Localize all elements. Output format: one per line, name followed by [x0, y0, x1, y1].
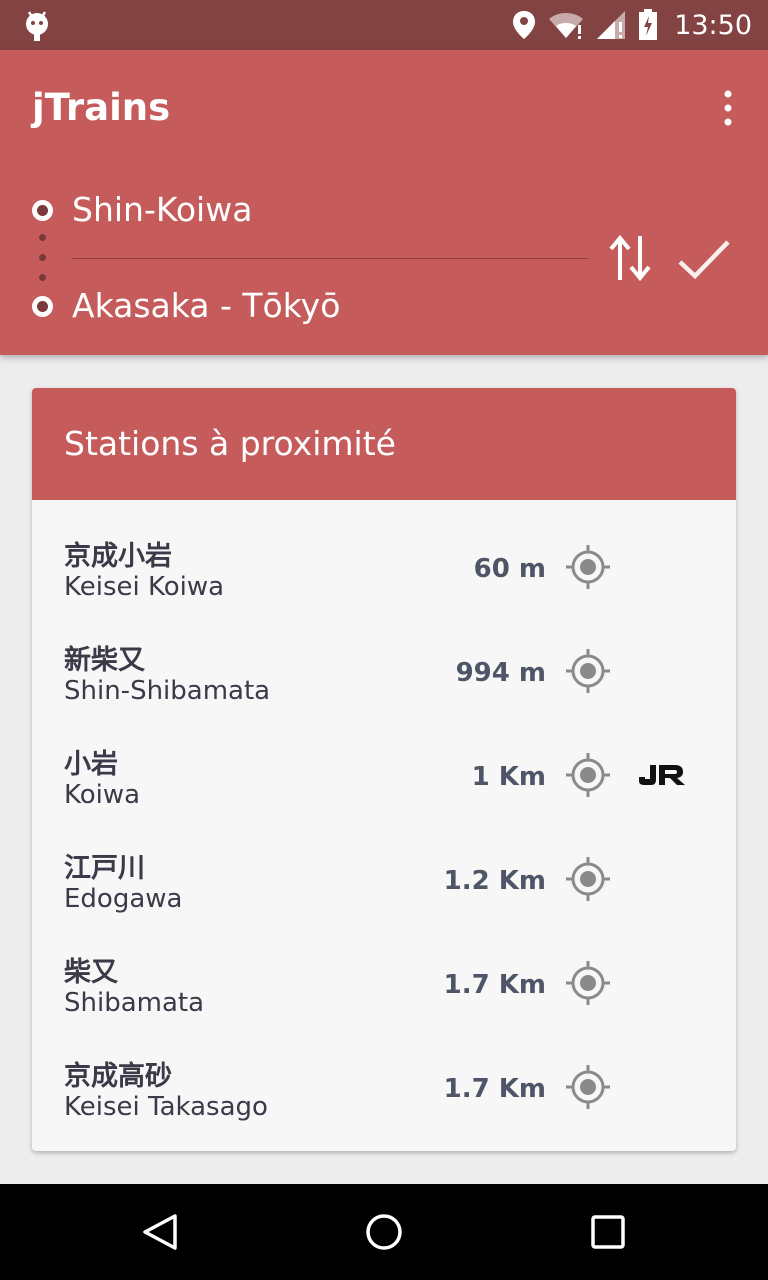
- station-distance: 1.7 Km: [443, 1074, 546, 1104]
- status-icons: 13:50: [512, 0, 752, 50]
- destination-dot-icon: [32, 296, 53, 317]
- home-icon[interactable]: [364, 1212, 404, 1252]
- station-name-romaji: Koiwa: [64, 780, 141, 810]
- nearby-stations-card: Stations à proximité 京成小岩 Keisei Koiwa 6…: [32, 388, 736, 1151]
- station-row[interactable]: 小岩 Koiwa 1 Km: [32, 742, 736, 846]
- station-row[interactable]: 江戸川 Edogawa 1.2 Km: [32, 846, 736, 950]
- station-name-jp: 江戸川: [64, 853, 145, 884]
- recents-icon[interactable]: [590, 1214, 626, 1250]
- my-location-icon[interactable]: [564, 543, 612, 591]
- station-name-jp: 新柴又: [64, 645, 145, 676]
- status-bar: 13:50: [0, 0, 768, 50]
- jr-logo: [639, 765, 685, 785]
- station-name-jp: 京成小岩: [64, 541, 172, 572]
- battery-icon: [639, 9, 658, 40]
- route-dot: [39, 254, 46, 261]
- station-name-romaji: Keisei Koiwa: [64, 572, 225, 602]
- station-distance: 1 Km: [471, 762, 546, 792]
- station-name-jp: 柴又: [64, 957, 118, 988]
- swap-icon[interactable]: [606, 232, 654, 284]
- station-row[interactable]: 京成高砂 Keisei Takasago 1.7 Km: [32, 1054, 736, 1151]
- station-distance: 60 m: [473, 554, 546, 584]
- route-dot: [39, 234, 46, 241]
- station-name-romaji: Edogawa: [64, 884, 183, 914]
- station-distance: 994 m: [455, 658, 546, 688]
- my-location-icon[interactable]: [564, 959, 612, 1007]
- app-title: jTrains: [32, 86, 171, 129]
- station-row[interactable]: 柴又 Shibamata 1.7 Km: [32, 950, 736, 1054]
- signal-icon: [597, 11, 626, 39]
- station-row[interactable]: 京成小岩 Keisei Koiwa 60 m: [32, 534, 736, 638]
- app-bar: jTrains Shin-Koiwa Akasaka - Tōkyō: [0, 50, 768, 355]
- card-header: Stations à proximité: [32, 388, 736, 500]
- android-icon: [26, 11, 48, 41]
- station-name-jp: 小岩: [64, 749, 118, 780]
- my-location-icon[interactable]: [564, 855, 612, 903]
- to-station-field[interactable]: Akasaka - Tōkyō: [72, 286, 340, 325]
- status-time: 13:50: [674, 9, 752, 41]
- from-station-field[interactable]: Shin-Koiwa: [72, 190, 252, 229]
- more-vert-icon[interactable]: [718, 88, 738, 128]
- field-divider: [72, 258, 588, 259]
- station-name-romaji: Shin-Shibamata: [64, 676, 271, 706]
- my-location-icon[interactable]: [564, 1063, 612, 1111]
- wifi-icon: [549, 13, 584, 39]
- station-name-romaji: Shibamata: [64, 988, 205, 1018]
- location-pin-icon: [513, 11, 536, 39]
- my-location-icon[interactable]: [564, 647, 612, 695]
- station-name-jp: 京成高砂: [64, 1061, 172, 1092]
- check-icon[interactable]: [676, 238, 732, 282]
- station-name-romaji: Keisei Takasago: [64, 1092, 268, 1122]
- back-icon[interactable]: [140, 1212, 180, 1252]
- origin-dot-icon: [32, 200, 53, 221]
- station-row[interactable]: 新柴又 Shin-Shibamata 994 m: [32, 638, 736, 742]
- station-distance: 1.2 Km: [443, 866, 546, 896]
- card-title: Stations à proximité: [64, 424, 396, 463]
- station-distance: 1.7 Km: [443, 970, 546, 1000]
- my-location-icon[interactable]: [564, 751, 612, 799]
- route-dot: [39, 274, 46, 281]
